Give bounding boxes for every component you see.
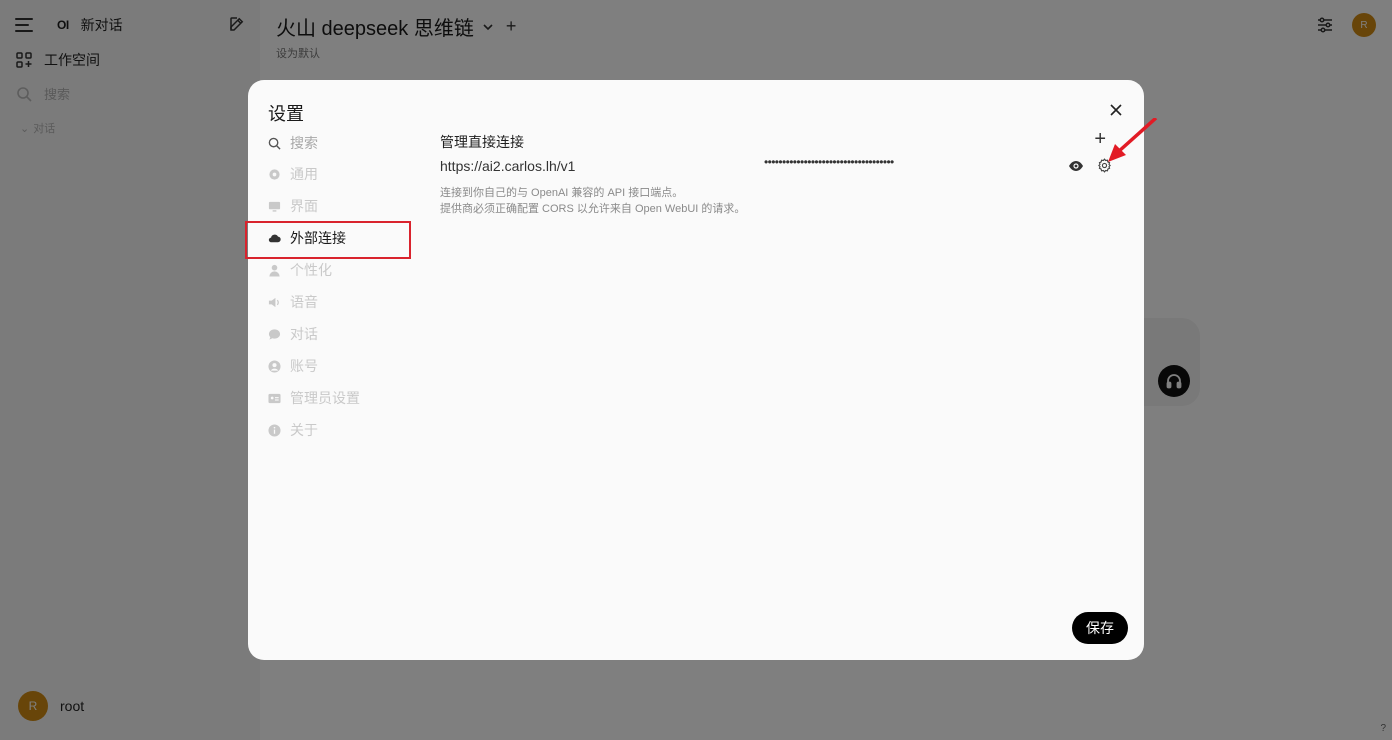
search-icon xyxy=(268,137,281,150)
tab-admin-settings-label: 管理员设置 xyxy=(290,390,360,406)
annotation-highlight-box xyxy=(245,221,411,259)
settings-nav: 搜索 通用 界面 外部连接 个性化 语音 对话 账号 管理员设置 关于 xyxy=(245,128,411,446)
section-title: 管理直接连接 xyxy=(440,134,524,150)
help-line-2: 提供商必须正确配置 CORS 以允许来自 Open WebUI 的请求。 xyxy=(440,203,746,215)
modal-title: 设置 xyxy=(268,104,304,124)
info-icon xyxy=(268,423,281,437)
close-icon[interactable] xyxy=(1108,102,1124,118)
admin-card-icon xyxy=(268,393,281,403)
tab-general[interactable]: 通用 xyxy=(266,158,396,190)
help-line-1: 连接到你自己的与 OpenAI 兼容的 API 接口端点。 xyxy=(440,187,684,199)
save-button[interactable]: 保存 xyxy=(1072,612,1128,644)
tab-personalization-label: 个性化 xyxy=(290,262,332,278)
eye-icon[interactable] xyxy=(1068,159,1084,173)
speaker-icon xyxy=(268,297,279,307)
connection-url-input[interactable]: https://ai2.carlos.lh/v1 xyxy=(440,158,575,174)
tab-admin-settings[interactable]: 管理员设置 xyxy=(266,382,396,414)
tab-audio-label: 语音 xyxy=(290,294,318,310)
gear-icon xyxy=(269,168,280,180)
connection-row: https://ai2.carlos.lh/v1 •••••••••••••••… xyxy=(440,155,1130,176)
settings-search-label: 搜索 xyxy=(290,135,318,151)
settings-modal: 设置 搜索 通用 界面 外部连接 个性化 语音 对话 账号 管理员设置 关于 管… xyxy=(245,80,1144,660)
user-icon xyxy=(269,264,280,277)
monitor-icon xyxy=(268,201,281,212)
tab-interface-label: 界面 xyxy=(290,198,318,214)
annotation-arrow-icon xyxy=(1108,118,1158,162)
settings-search[interactable]: 搜索 xyxy=(266,128,396,158)
tab-about[interactable]: 关于 xyxy=(266,414,396,446)
connection-help-text: 连接到你自己的与 OpenAI 兼容的 API 接口端点。 提供商必须正确配置 … xyxy=(440,185,745,217)
tab-chats[interactable]: 对话 xyxy=(266,318,396,350)
account-icon xyxy=(268,359,281,373)
tab-audio[interactable]: 语音 xyxy=(266,286,396,318)
tab-about-label: 关于 xyxy=(290,422,318,438)
api-key-input[interactable]: •••••••••••••••••••••••••••••••••••• xyxy=(764,155,894,169)
tab-account[interactable]: 账号 xyxy=(266,350,396,382)
chat-bubble-icon xyxy=(268,328,281,340)
external-connections-panel: 管理直接连接 + https://ai2.carlos.lh/v1 ••••••… xyxy=(440,128,1130,215)
tab-interface[interactable]: 界面 xyxy=(266,190,396,222)
tab-general-label: 通用 xyxy=(290,166,318,182)
tab-chats-label: 对话 xyxy=(290,326,318,342)
tab-account-label: 账号 xyxy=(290,358,318,374)
